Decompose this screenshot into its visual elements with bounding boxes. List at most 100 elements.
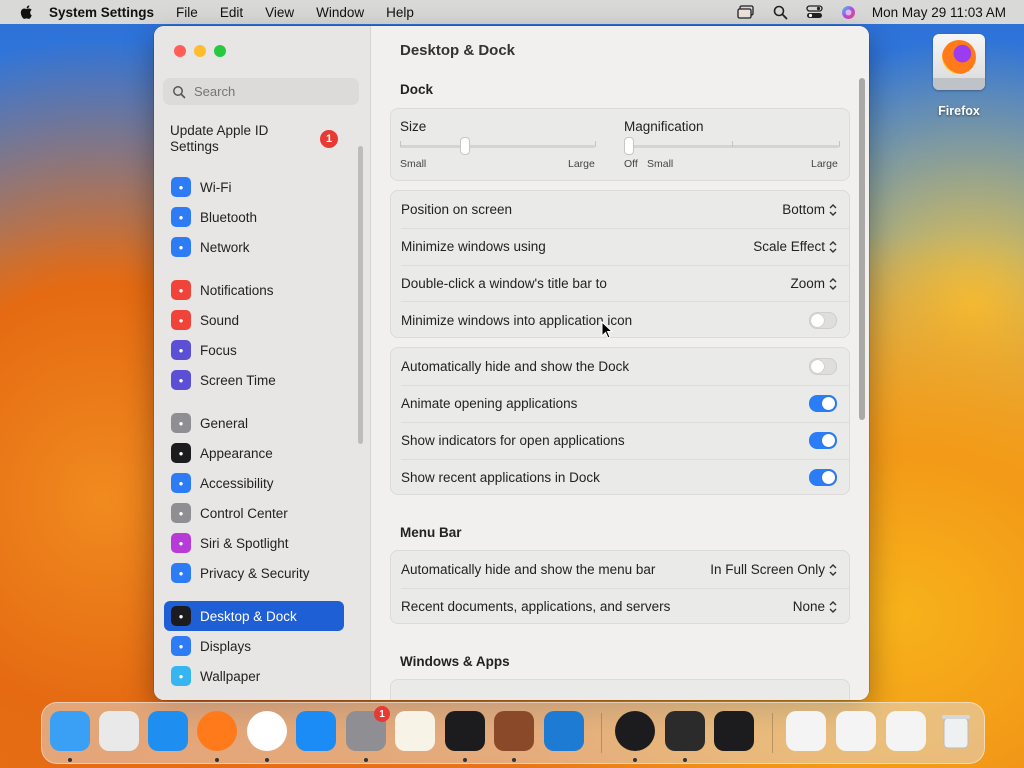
- sidebar-item-wi-fi[interactable]: ● Wi-Fi: [164, 172, 344, 202]
- slider-tick: [595, 141, 596, 147]
- spotlight-search-icon[interactable]: [773, 5, 788, 20]
- clock-icon[interactable]: [615, 711, 655, 751]
- windows-apps-section-heading: Windows & Apps: [400, 654, 510, 669]
- control-center-icon[interactable]: [806, 5, 823, 19]
- search-icon: [173, 85, 186, 98]
- textedit-icon[interactable]: [395, 711, 435, 751]
- dock-size-card: Size Small Large Magnification Off Small…: [390, 108, 850, 181]
- sidebar-item-label: General: [200, 415, 249, 431]
- app-store-icon[interactable]: [296, 711, 336, 751]
- sidebar-item-appearance[interactable]: ● Appearance: [164, 438, 344, 468]
- recent-window-thumbnail[interactable]: [786, 711, 826, 751]
- finder-icon[interactable]: [50, 711, 90, 751]
- main-scrollbar[interactable]: [859, 78, 865, 420]
- size-slider-thumb[interactable]: [460, 137, 471, 155]
- show-indicators-toggle[interactable]: [809, 432, 837, 449]
- sidebar-item-screen-time[interactable]: ● Screen Time: [164, 365, 344, 395]
- sidebar-item-focus[interactable]: ● Focus: [164, 335, 344, 365]
- auto-hide-menu-bar-popup[interactable]: In Full Screen Only: [710, 562, 837, 577]
- apple-id-update-link[interactable]: Update Apple ID Settings: [170, 123, 310, 155]
- size-slider-track[interactable]: [400, 145, 595, 148]
- desktop-firefox-drive[interactable]: Firefox: [926, 34, 992, 118]
- accessibility-icon: ●: [171, 473, 191, 493]
- activity-monitor-icon[interactable]: [714, 711, 754, 751]
- popup-value: Scale Effect: [753, 239, 825, 254]
- menu-file[interactable]: File: [176, 5, 198, 20]
- sidebar-item-general[interactable]: ● General: [164, 408, 344, 438]
- chrome-icon[interactable]: [247, 711, 287, 751]
- menu-view[interactable]: View: [265, 5, 294, 20]
- sidebar-item-control-center[interactable]: ● Control Center: [164, 498, 344, 528]
- page-title: Desktop & Dock: [400, 42, 516, 59]
- double-click-title-bar-popup[interactable]: Zoom: [790, 276, 837, 291]
- vscode-icon[interactable]: [544, 711, 584, 751]
- mouse-cursor-icon: [601, 321, 613, 339]
- sidebar-item-siri-spotlight[interactable]: ● Siri & Spotlight: [164, 528, 344, 558]
- menu-edit[interactable]: Edit: [220, 5, 243, 20]
- recent-window-thumbnail[interactable]: [886, 711, 926, 751]
- sidebar-scrollbar[interactable]: [358, 146, 363, 444]
- running-indicator: [215, 758, 219, 762]
- search-input[interactable]: [192, 83, 346, 100]
- zoom-button[interactable]: [214, 45, 226, 57]
- sidebar-item-accessibility[interactable]: ● Accessibility: [164, 468, 344, 498]
- wifi-icon: ●: [171, 177, 191, 197]
- launchpad-icon[interactable]: [99, 711, 139, 751]
- sidebar-item-bluetooth[interactable]: ● Bluetooth: [164, 202, 344, 232]
- row-label: Position on screen: [401, 202, 513, 217]
- menu-window[interactable]: Window: [316, 5, 364, 20]
- menu-help[interactable]: Help: [386, 5, 414, 20]
- running-indicator: [633, 758, 637, 762]
- magnification-min-label: Small: [647, 158, 674, 170]
- sidebar-item-displays[interactable]: ● Displays: [164, 631, 344, 661]
- siri-icon[interactable]: [841, 5, 856, 20]
- sidebar-item-wallpaper[interactable]: ● Wallpaper: [164, 661, 344, 691]
- instruments-icon[interactable]: [494, 711, 534, 751]
- system-settings-icon[interactable]: 1: [346, 706, 390, 751]
- sidebar-item-label: Displays: [200, 638, 252, 654]
- dock-divider: [772, 713, 773, 753]
- sidebar-item-label: Siri & Spotlight: [200, 535, 289, 551]
- sidebar-item-network[interactable]: ● Network: [164, 232, 344, 262]
- sidebar-item-label: Control Center: [200, 505, 288, 521]
- magnification-label: Magnification: [624, 119, 704, 134]
- running-indicator: [463, 758, 467, 762]
- sidebar-item-sound[interactable]: ● Sound: [164, 305, 344, 335]
- trash-icon[interactable]: [936, 711, 976, 751]
- firefox-icon[interactable]: [197, 711, 237, 751]
- dock: 1: [41, 702, 985, 764]
- minimize-button[interactable]: [194, 45, 206, 57]
- mission-control-icon[interactable]: [737, 5, 755, 19]
- row-label: Automatically hide and show the Dock: [401, 359, 630, 374]
- sidebar-item-desktop-dock[interactable]: ● Desktop & Dock: [164, 601, 344, 631]
- desktop-icon-label: Firefox: [938, 104, 980, 118]
- sidebar-item-label: Accessibility: [200, 475, 274, 491]
- popup-value: None: [792, 599, 825, 614]
- slider-tick: [839, 141, 840, 147]
- prefer-tabs-popup[interactable]: In Full Screen: [742, 699, 837, 700]
- safari-icon[interactable]: [148, 711, 188, 751]
- compass-icon[interactable]: [665, 711, 705, 751]
- popup-value: In Full Screen: [742, 699, 825, 700]
- show-recent-apps-toggle[interactable]: [809, 469, 837, 486]
- apple-menu-icon[interactable]: [19, 4, 35, 20]
- terminal-icon[interactable]: [445, 711, 485, 751]
- recent-window-thumbnail[interactable]: [836, 711, 876, 751]
- search-field[interactable]: [163, 78, 359, 105]
- minimize-into-icon-toggle[interactable]: [809, 312, 837, 329]
- auto-hide-dock-toggle[interactable]: [809, 358, 837, 375]
- menubar-clock[interactable]: Mon May 29 11:03 AM: [872, 5, 1006, 20]
- app-menu[interactable]: System Settings: [49, 5, 154, 20]
- sidebar-item-label: Notifications: [200, 282, 274, 298]
- magnification-slider-thumb[interactable]: [624, 137, 634, 155]
- sidebar-item-notifications[interactable]: ● Notifications: [164, 275, 344, 305]
- chevron-updown-icon: [829, 240, 837, 253]
- running-indicator: [265, 758, 269, 762]
- dock-behavior-card: Position on screen Bottom Minimize windows…: [390, 190, 850, 338]
- close-button[interactable]: [174, 45, 186, 57]
- position-on-screen-popup[interactable]: Bottom: [782, 202, 837, 217]
- animate-opening-apps-toggle[interactable]: [809, 395, 837, 412]
- recent-documents-popup[interactable]: None: [793, 599, 837, 614]
- minimize-windows-using-popup[interactable]: Scale Effect: [753, 239, 837, 254]
- sidebar-item-privacy-security[interactable]: ● Privacy & Security: [164, 558, 344, 588]
